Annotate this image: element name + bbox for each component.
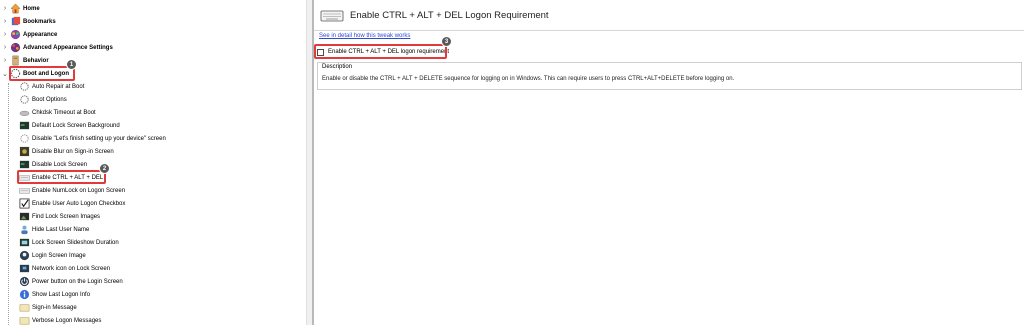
tree-item-last-logon-info[interactable]: Show Last Logon Info [19,288,90,301]
expand-icon[interactable]: › [0,5,10,12]
expand-icon[interactable]: › [0,57,10,64]
slideshow-icon [19,238,30,247]
highlight-checkbox [314,44,447,59]
home-icon [10,3,21,14]
tree-item-login-screen-image[interactable]: Login Screen Image [19,249,86,262]
appearance-icon [10,29,21,40]
tree-item-slideshow-duration[interactable]: Lock Screen Slideshow Duration [19,236,119,249]
detail-header: Enable CTRL + ALT + DEL Logon Requiremen… [314,0,1024,31]
tree-item-enable-numlock[interactable]: Enable NumLock on Logon Screen [19,184,125,197]
page-title: Enable CTRL + ALT + DEL Logon Requiremen… [350,9,549,21]
tree-item-chkdsk-timeout[interactable]: Chkdsk Timeout at Boot [19,106,96,119]
tree-guide-line [8,83,9,325]
keyboard-icon [320,10,344,22]
description-text: Enable or disable the CTRL + ALT + DELET… [322,76,735,82]
checkbox-icon [19,198,30,209]
message-icon [19,304,30,312]
tree-item-boot-options[interactable]: Boot Options [19,93,67,106]
behavior-icon [12,55,19,66]
expand-icon[interactable]: › [0,31,10,38]
description-title: Description [321,64,354,70]
tweak-tree: › Home › Bookmarks › Appearance › Advanc… [0,0,306,325]
disk-icon [19,110,30,116]
step-badge-1: 1 [66,59,77,70]
tree-item-power-button[interactable]: Power button on the Login Screen [19,275,123,288]
images-icon [19,212,30,221]
highlight-enable-ctrl-alt-del [17,170,106,184]
user-icon [21,225,28,235]
power-icon [19,276,30,287]
keyboard-icon [19,188,30,194]
step-badge-3: 3 [441,36,452,47]
network-icon [19,264,30,273]
description-group: Description Enable or disable the CTRL +… [317,62,1022,90]
expand-icon[interactable]: › [0,18,10,25]
screen-icon [19,121,30,130]
message-icon [19,317,30,325]
expand-icon[interactable]: › [0,44,10,51]
details-link[interactable]: See in detail how this tweak works [319,33,410,39]
tree-item-default-lock-bg[interactable]: Default Lock Screen Background [19,119,120,132]
tree-item-advanced-appearance[interactable]: › Advanced Appearance Settings [0,41,113,54]
tree-item-bookmarks[interactable]: › Bookmarks [0,15,56,28]
tree-item-home[interactable]: › Home [0,2,40,15]
bookmark-icon [11,16,21,26]
tree-item-hide-last-user[interactable]: Hide Last User Name [19,223,89,236]
dotted-circle-icon [20,82,29,91]
dotted-circle-icon [20,134,29,143]
tree-item-appearance[interactable]: › Appearance [0,28,57,41]
tree-item-disable-finish-setup[interactable]: Disable "Let's finish setting up your de… [19,132,166,145]
person-icon [19,250,30,261]
blur-icon [19,146,30,157]
tree-item-find-lock-images[interactable]: Find Lock Screen Images [19,210,100,223]
dotted-circle-icon [20,95,29,104]
advanced-appearance-icon [10,42,21,53]
screen-icon [19,160,30,169]
highlight-boot-and-logon [9,66,75,81]
tree-item-network-icon[interactable]: Network icon on Lock Screen [19,262,110,275]
tree-item-disable-blur[interactable]: Disable Blur on Sign-in Screen [19,145,114,158]
info-icon [19,289,30,300]
tree-item-sign-in-message[interactable]: Sign-in Message [19,301,77,314]
tree-item-verbose-logon[interactable]: Verbose Logon Messages [19,314,101,325]
detail-pane: Enable CTRL + ALT + DEL Logon Requiremen… [314,0,1024,325]
tree-item-auto-logon-checkbox[interactable]: Enable User Auto Logon Checkbox [19,197,125,210]
step-badge-2: 2 [99,163,110,174]
tree-item-auto-repair[interactable]: Auto Repair at Boot [19,80,84,93]
